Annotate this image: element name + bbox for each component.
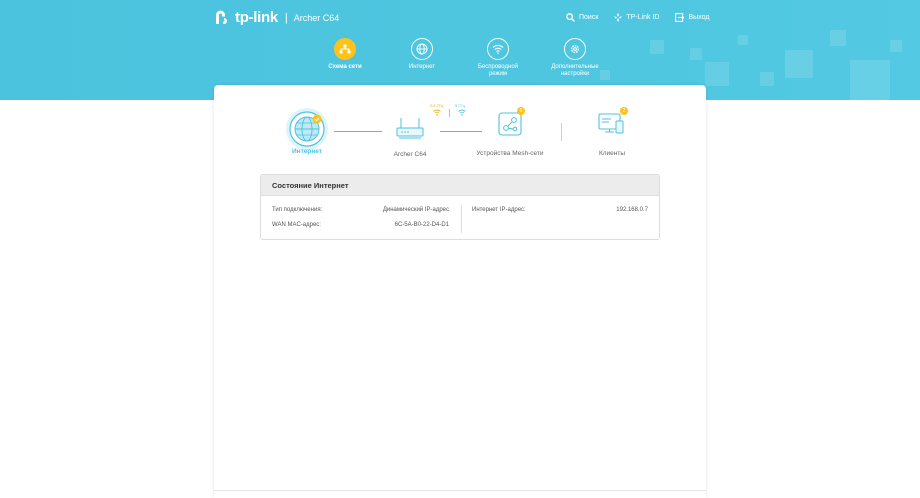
connection-type-value: Динамический IP-адрес bbox=[382, 207, 449, 213]
router-icon bbox=[396, 118, 424, 139]
search-icon bbox=[566, 13, 575, 22]
topology-node-internet[interactable]: Интернет bbox=[282, 107, 332, 155]
logout-icon bbox=[675, 13, 685, 22]
globe-icon bbox=[411, 38, 433, 60]
wan-mac-label: WAN MAC-адрес: bbox=[272, 222, 321, 228]
brand-name: tp-link bbox=[235, 9, 278, 26]
globe-icon bbox=[286, 108, 328, 150]
link-line bbox=[334, 131, 382, 132]
tab-advanced[interactable]: Дополнительные настройки bbox=[539, 38, 611, 78]
topology-node-mesh[interactable]: 0 Устройства Mesh-сети bbox=[469, 107, 551, 157]
status-divider bbox=[461, 205, 462, 233]
search-link[interactable]: Поиск bbox=[566, 13, 598, 22]
network-map-icon bbox=[334, 38, 356, 60]
logout-label: Выход bbox=[688, 14, 710, 21]
tab-network-map[interactable]: Схема сети bbox=[309, 38, 381, 71]
wifi-icon bbox=[487, 38, 509, 60]
wifi-24ghz-icon bbox=[433, 109, 441, 116]
network-topology: Интернет 2.4 ГГц 5 ГГц Archer C64 0 Устр… bbox=[214, 85, 706, 165]
main-panel: Интернет 2.4 ГГц 5 ГГц Archer C64 0 Устр… bbox=[214, 85, 706, 498]
topology-router-label: Archer C64 bbox=[393, 151, 427, 158]
tab-advanced-label-line2: настройки bbox=[560, 71, 590, 77]
tab-wireless[interactable]: Беспроводной режим bbox=[462, 38, 534, 78]
user-key-icon bbox=[614, 13, 623, 22]
topology-internet-label: Интернет bbox=[291, 148, 322, 155]
logout-link[interactable]: Выход bbox=[675, 13, 709, 22]
clients-count-badge: 2 bbox=[620, 107, 628, 115]
tab-internet-label: Интернет bbox=[408, 64, 436, 70]
topology-mesh-label: Устройства Mesh-сети bbox=[476, 150, 544, 157]
topology-node-router[interactable]: 2.4 ГГц 5 ГГц Archer C64 bbox=[382, 103, 466, 158]
wan-mac-value: 6C-5A-B0-22-D4-D1 bbox=[394, 222, 449, 228]
internet-status-card: Состояние Интернет Тип подключения: Дина… bbox=[260, 174, 660, 240]
mesh-count-badge: 0 bbox=[517, 107, 525, 115]
connection-type-label: Тип подключения: bbox=[272, 207, 323, 213]
status-card-title: Состояние Интернет bbox=[261, 175, 659, 196]
header-links: Поиск TP-Link ID Выход bbox=[566, 13, 725, 22]
brand-separator: | bbox=[284, 11, 288, 24]
brand-logo[interactable]: tp-link | Archer C64 bbox=[214, 9, 339, 26]
tp-link-logo-icon bbox=[216, 10, 227, 24]
panel-footer-line bbox=[214, 490, 706, 491]
tab-internet[interactable]: Интернет bbox=[386, 38, 458, 71]
wifi-5ghz-icon bbox=[458, 109, 466, 116]
tplink-id-link[interactable]: TP-Link ID bbox=[614, 13, 659, 22]
band-divider bbox=[449, 109, 450, 117]
search-link-label: Поиск bbox=[579, 14, 599, 21]
gear-icon bbox=[564, 38, 586, 60]
tab-wireless-label-line2: режим bbox=[488, 71, 508, 77]
topology-clients-label: Клиенты bbox=[598, 150, 626, 157]
clients-divider bbox=[561, 123, 562, 141]
band-24ghz-label: 2.4 ГГц bbox=[430, 103, 444, 108]
band-5ghz-label: 5 ГГц bbox=[455, 103, 465, 108]
internet-ip-value: 192.168.0.7 bbox=[616, 207, 648, 213]
tab-wireless-label: Беспроводной режим bbox=[462, 64, 534, 78]
model-name: Archer C64 bbox=[293, 12, 340, 23]
tplink-id-label: TP-Link ID bbox=[626, 14, 660, 21]
tab-wireless-label-line1: Беспроводной bbox=[477, 64, 519, 70]
internet-ip-label: Интернет IP-адрес: bbox=[472, 207, 526, 213]
clients-icon bbox=[598, 113, 624, 134]
tab-advanced-label-line1: Дополнительные bbox=[551, 64, 599, 70]
tab-network-map-label: Схема сети bbox=[328, 64, 362, 70]
tab-advanced-label: Дополнительные настройки bbox=[539, 64, 611, 78]
topology-node-clients[interactable]: 2 Клиенты bbox=[586, 107, 638, 157]
